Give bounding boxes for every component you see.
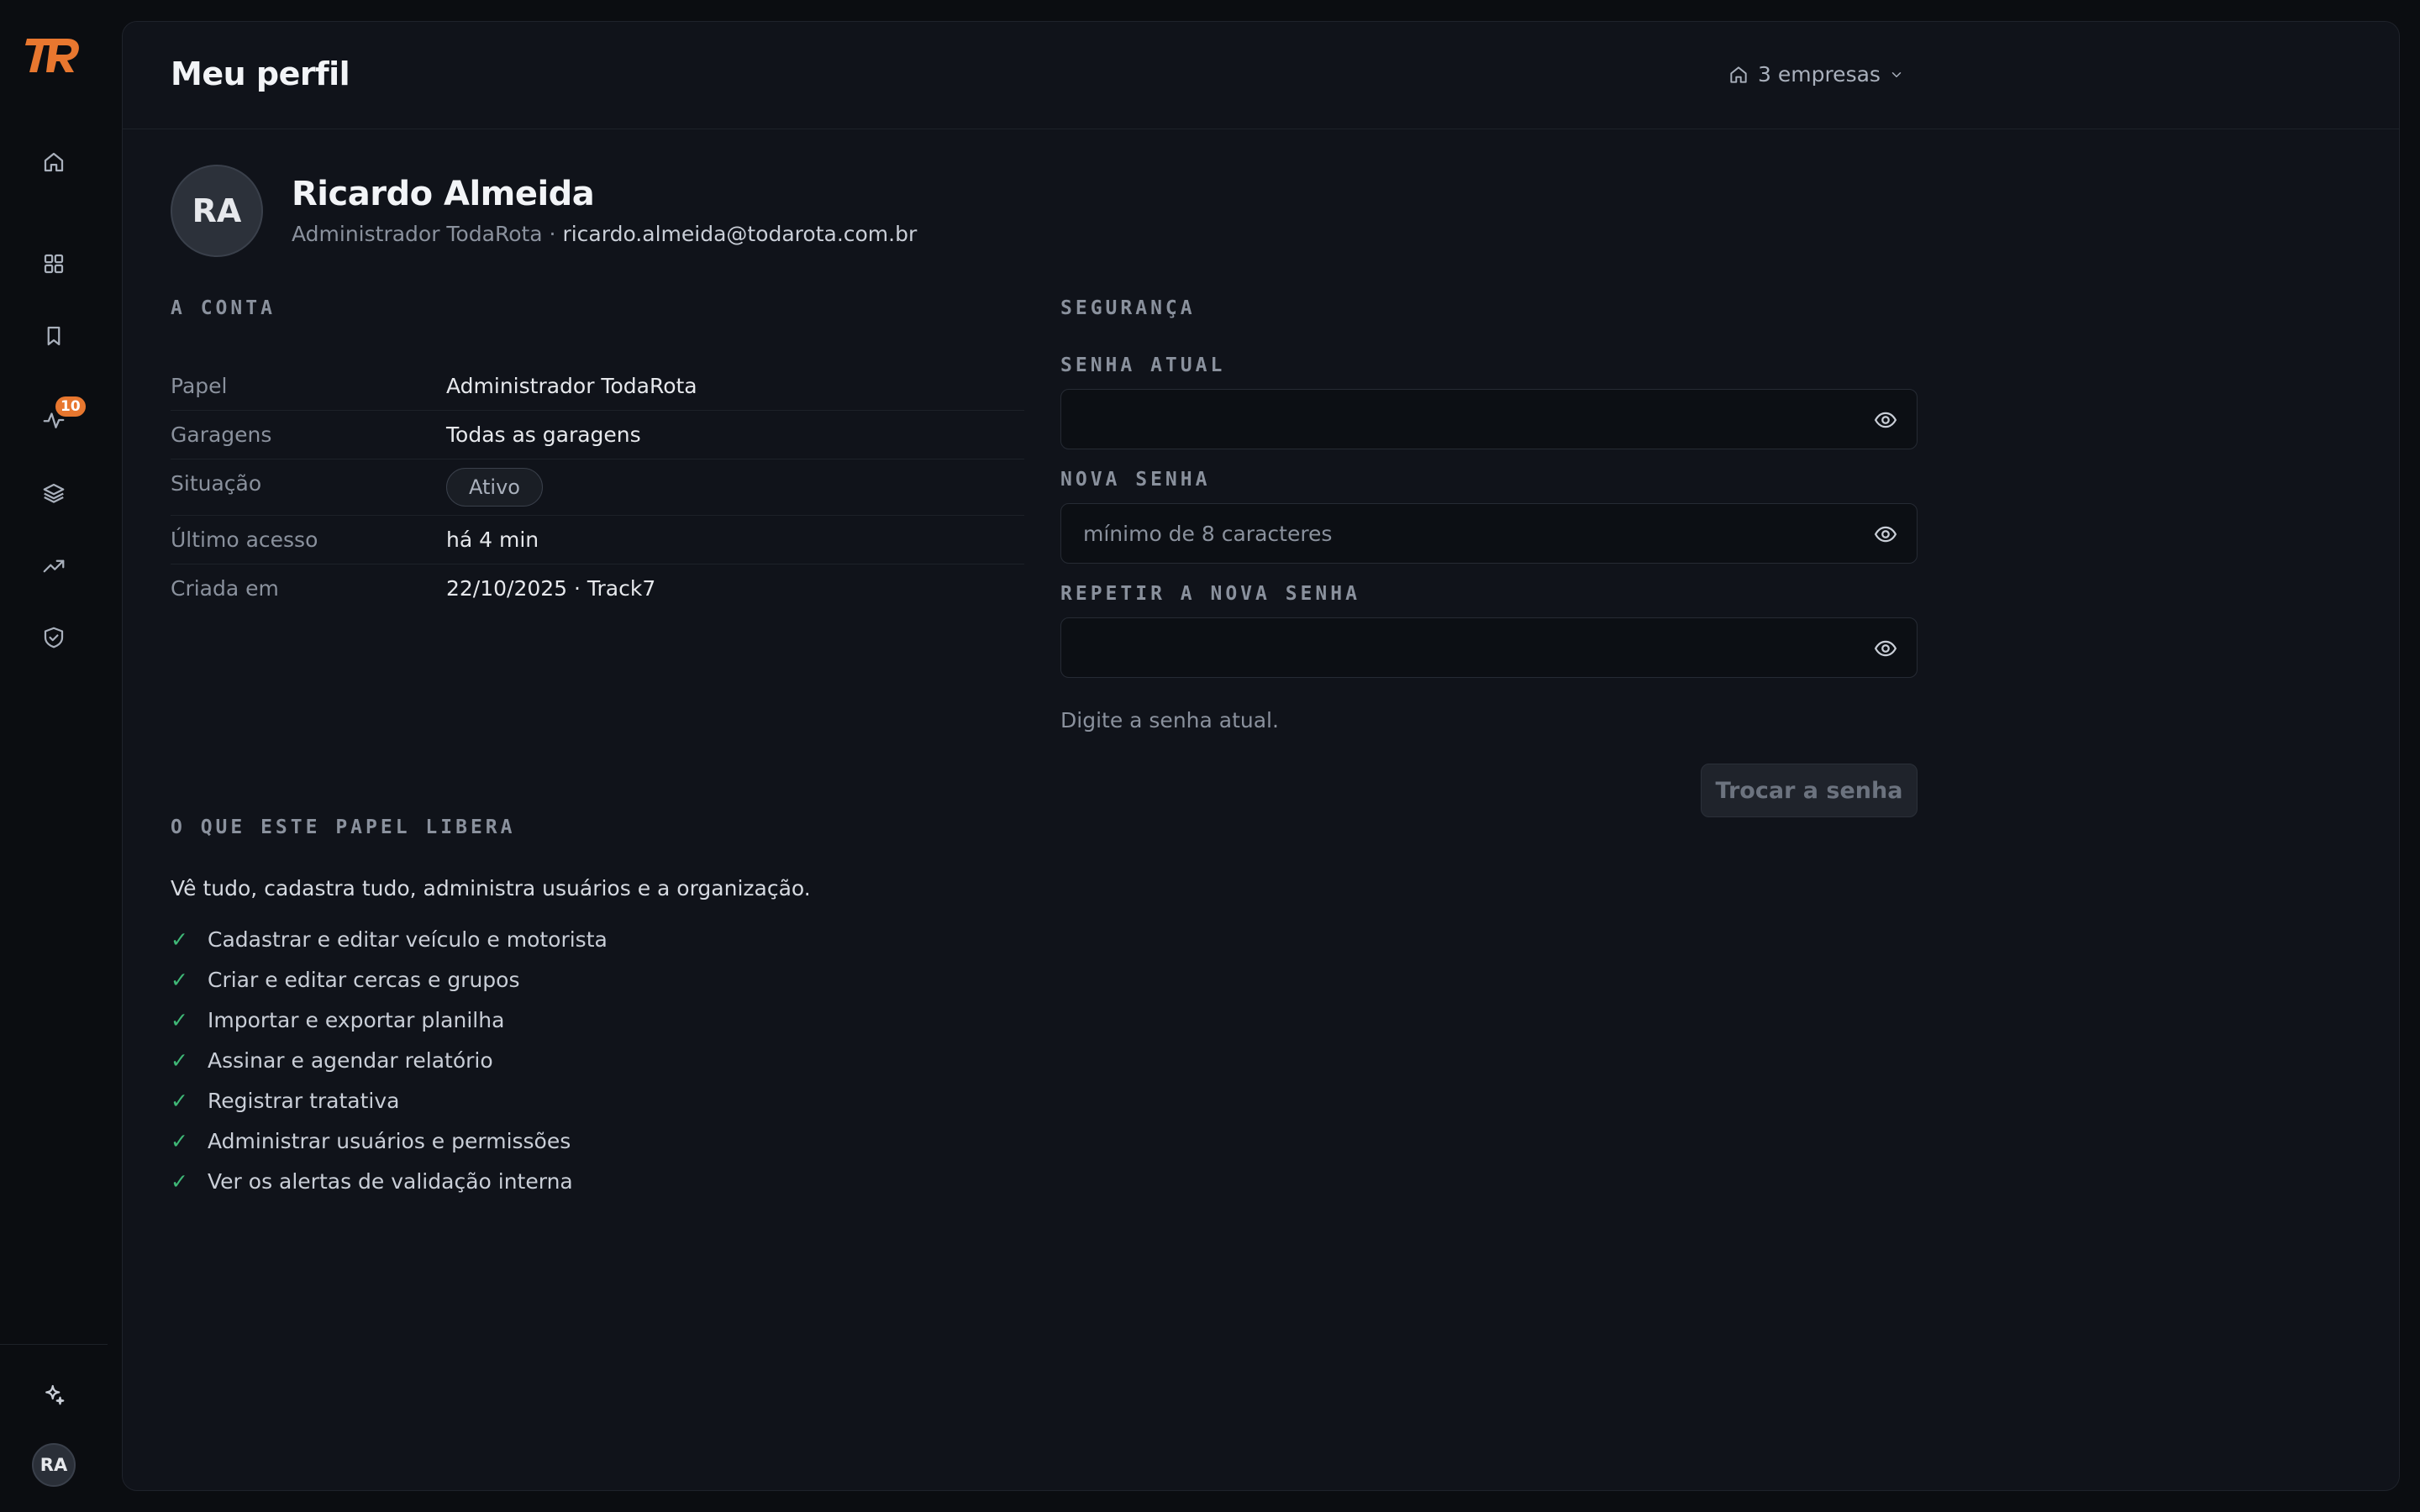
account-row-value: Ativo [446, 459, 543, 515]
account-row-last-access: Último acesso há 4 min [171, 516, 1024, 564]
permission-label: Importar e exportar planilha [208, 1007, 505, 1032]
permission-item: ✓ Assinar e agendar relatório [171, 1040, 608, 1080]
home-icon [44, 152, 64, 172]
profile-avatar: RA [171, 165, 263, 257]
security-section-title: SEGURANÇA [1060, 297, 1196, 319]
permission-label: Assinar e agendar relatório [208, 1047, 493, 1073]
profile-role: Administrador TodaRota [292, 222, 543, 246]
grid-icon [44, 254, 64, 274]
trending-up-icon [43, 559, 65, 573]
repeat-password-input[interactable] [1061, 618, 1851, 677]
page-title: Meu perfil [171, 55, 350, 92]
account-row-label: Garagens [171, 423, 272, 447]
current-password-field [1060, 389, 1918, 449]
permission-list: ✓ Cadastrar e editar veículo e motorista … [171, 919, 608, 1201]
account-row-role: Papel Administrador TodaRota [171, 362, 1024, 411]
check-icon: ✓ [171, 1047, 188, 1073]
new-password-field [1060, 503, 1918, 564]
account-row-created: Criada em 22/10/2025 · Track7 [171, 564, 1024, 612]
layers-icon [43, 483, 65, 503]
sidebar-item-dashboard[interactable] [30, 240, 77, 287]
new-password-input[interactable] [1061, 504, 1851, 563]
app-logo[interactable] [25, 34, 82, 76]
bookmark-icon [47, 326, 60, 346]
check-icon: ✓ [171, 927, 188, 952]
account-row-label: Situação [171, 471, 262, 496]
permission-label: Registrar tratativa [208, 1088, 400, 1113]
permission-label: Ver os alertas de validação interna [208, 1168, 573, 1194]
permission-label: Administrar usuários e permissões [208, 1128, 571, 1153]
main-panel: Meu perfil 3 empresas RA Ricardo Almeida… [122, 21, 2400, 1491]
user-menu-avatar[interactable]: RA [32, 1443, 76, 1487]
account-info: Papel Administrador TodaRota Garagens To… [171, 362, 1024, 612]
permission-label: Cadastrar e editar veículo e motorista [208, 927, 608, 952]
repeat-password-field [1060, 617, 1918, 678]
sidebar-item-assistant[interactable] [30, 1371, 77, 1418]
profile-subtitle: Administrador TodaRota · ricardo.almeida… [292, 222, 917, 246]
company-switcher-label: 3 empresas [1758, 62, 1881, 87]
sidebar: 10 RA [0, 0, 108, 1512]
account-section-title: A CONTA [171, 297, 276, 319]
sidebar-item-home[interactable] [30, 139, 77, 186]
check-icon: ✓ [171, 1128, 188, 1153]
sidebar-item-layers[interactable] [30, 470, 77, 517]
sparkle-icon [45, 1384, 65, 1405]
permission-item: ✓ Registrar tratativa [171, 1080, 608, 1121]
eye-icon[interactable] [1873, 407, 1898, 433]
shield-check-icon [44, 627, 64, 648]
company-switcher[interactable]: 3 empresas [1728, 62, 1904, 87]
eye-icon[interactable] [1873, 636, 1898, 661]
permission-item: ✓ Ver os alertas de validação interna [171, 1161, 608, 1201]
sidebar-divider [0, 1344, 108, 1345]
check-icon: ✓ [171, 967, 188, 992]
new-password-label: NOVA SENHA [1060, 469, 1211, 491]
account-row-status: Situação Ativo [171, 459, 1024, 516]
check-icon: ✓ [171, 1168, 188, 1194]
check-icon: ✓ [171, 1007, 188, 1032]
account-row-value: Administrador TodaRota [446, 374, 697, 398]
profile-email: ricardo.almeida@todarota.com.br [562, 222, 918, 246]
change-password-button[interactable]: Trocar a senha [1701, 764, 1918, 817]
role-description: Vê tudo, cadastra tudo, administra usuár… [171, 876, 811, 900]
status-badge: Ativo [446, 468, 543, 507]
profile-separator: · [542, 222, 563, 246]
profile-name: Ricardo Almeida [292, 175, 595, 213]
account-row-value: há 4 min [446, 528, 539, 552]
permission-item: ✓ Importar e exportar planilha [171, 1000, 608, 1040]
sidebar-item-reports[interactable] [30, 543, 77, 590]
logo-mark-icon [25, 39, 79, 72]
account-row-label: Papel [171, 374, 228, 398]
current-password-input[interactable] [1061, 390, 1851, 449]
permission-label: Criar e editar cercas e grupos [208, 967, 520, 992]
sidebar-item-security[interactable] [30, 614, 77, 661]
chevron-down-icon [1891, 71, 1902, 77]
sidebar-item-alerts[interactable]: 10 [30, 396, 86, 444]
page-header: Meu perfil 3 empresas [123, 22, 2399, 129]
permission-item: ✓ Administrar usuários e permissões [171, 1121, 608, 1161]
building-icon [1730, 66, 1747, 83]
role-section-title: O QUE ESTE PAPEL LIBERA [171, 816, 516, 838]
alerts-count-badge: 10 [55, 396, 86, 417]
permission-item: ✓ Criar e editar cercas e grupos [171, 959, 608, 1000]
eye-icon[interactable] [1873, 522, 1898, 547]
account-row-garages: Garagens Todas as garagens [171, 411, 1024, 459]
account-row-value: 22/10/2025 · Track7 [446, 576, 656, 601]
account-row-label: Último acesso [171, 528, 318, 552]
permission-item: ✓ Cadastrar e editar veículo e motorista [171, 919, 608, 959]
repeat-password-label: REPETIR A NOVA SENHA [1060, 583, 1360, 605]
account-row-value: Todas as garagens [446, 423, 641, 447]
current-password-label: SENHA ATUAL [1060, 354, 1226, 376]
password-hint: Digite a senha atual. [1060, 708, 1279, 732]
sidebar-item-saved[interactable] [30, 312, 77, 360]
check-icon: ✓ [171, 1088, 188, 1113]
account-row-label: Criada em [171, 576, 279, 601]
